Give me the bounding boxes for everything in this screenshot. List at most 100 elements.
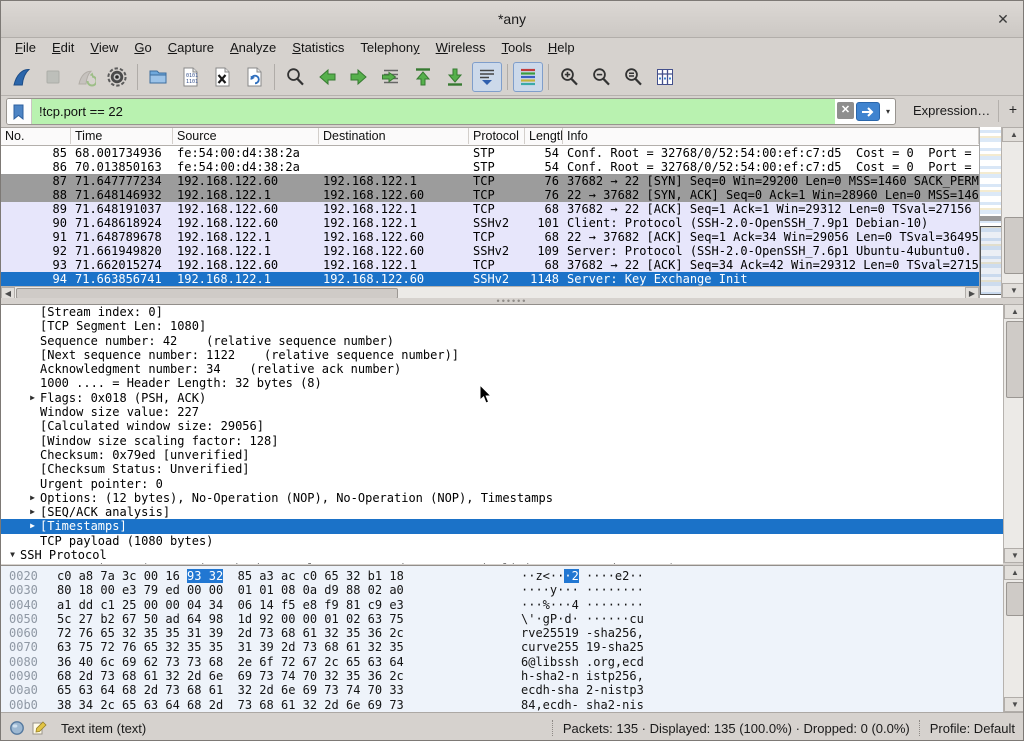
detail-line[interactable]: Sequence number: 42 (relative sequence n…: [1, 334, 1003, 348]
details-vscrollbar[interactable]: ▲ ▼: [1003, 304, 1024, 563]
column-header-protocol[interactable]: Protocol: [469, 128, 525, 144]
menu-telephony[interactable]: Telephony: [352, 38, 427, 58]
hex-ascii[interactable]: curve255 19-sha25: [521, 640, 644, 654]
hex-ascii[interactable]: ecdh-sha 2-nistp3: [521, 683, 644, 697]
close-file-button[interactable]: [207, 62, 237, 92]
menu-edit[interactable]: Edit: [44, 38, 82, 58]
hex-ascii[interactable]: ··z<···2 ····e2··: [521, 569, 644, 583]
hex-ascii[interactable]: ····y··· ········: [521, 583, 644, 597]
detail-line[interactable]: ▶SSH Version 2 (encryption:chacha20-poly…: [1, 562, 1003, 564]
detail-line[interactable]: ▶[Timestamps]: [1, 519, 1003, 533]
scrollbar-thumb[interactable]: [1006, 321, 1024, 398]
column-header-source[interactable]: Source: [173, 128, 319, 144]
detail-line[interactable]: Urgent pointer: 0: [1, 477, 1003, 491]
expander-closed-icon[interactable]: ▶: [25, 519, 40, 533]
detail-line[interactable]: [Calculated window size: 29056]: [1, 419, 1003, 433]
menu-tools[interactable]: Tools: [494, 38, 540, 58]
menu-wireless[interactable]: Wireless: [428, 38, 494, 58]
hex-row-00a0[interactable]: 00a065 63 64 68 2d 73 68 61 32 2d 6e 69 …: [1, 683, 1003, 697]
menu-view[interactable]: View: [82, 38, 126, 58]
expert-info-button[interactable]: [9, 720, 25, 736]
menu-statistics[interactable]: Statistics: [284, 38, 352, 58]
zoom-original-button[interactable]: [618, 62, 648, 92]
hex-row-00b0[interactable]: 00b038 34 2c 65 63 64 68 2d 73 68 61 32 …: [1, 698, 1003, 712]
detail-line[interactable]: [Stream index: 0]: [1, 305, 1003, 319]
detail-line[interactable]: [Checksum Status: Unverified]: [1, 462, 1003, 476]
hex-ascii[interactable]: \'·gP·d· ······cu: [521, 612, 644, 626]
scrollbar-thumb[interactable]: [1006, 582, 1024, 616]
column-header-info[interactable]: Info: [563, 128, 979, 144]
hex-bytes[interactable]: a1 dd c1 25 00 00 04 34 06 14 f5 e8 f9 8…: [57, 598, 404, 612]
packet-row-90[interactable]: 9071.648618924192.168.122.60192.168.122.…: [1, 216, 979, 230]
hex-ascii[interactable]: h-sha2-n istp256,: [521, 669, 644, 683]
detail-line[interactable]: [Window size scaling factor: 128]: [1, 434, 1003, 448]
zoom-out-button[interactable]: [586, 62, 616, 92]
expander-closed-icon[interactable]: ▶: [25, 391, 40, 405]
menu-capture[interactable]: Capture: [160, 38, 222, 58]
detail-line[interactable]: Window size value: 227: [1, 405, 1003, 419]
go-back-button[interactable]: [312, 62, 342, 92]
hex-ascii[interactable]: 6@libssh .org,ecd: [521, 655, 644, 669]
scroll-up-arrow[interactable]: ▲: [1004, 304, 1024, 319]
menu-file[interactable]: File: [7, 38, 44, 58]
zoom-in-button[interactable]: [554, 62, 584, 92]
hex-ascii[interactable]: 84,ecdh- sha2-nis: [521, 698, 644, 712]
hex-row-0050[interactable]: 00505c 27 b2 67 50 ad 64 98 1d 92 00 00 …: [1, 612, 1003, 626]
restart-capture-button[interactable]: [70, 62, 100, 92]
scroll-up-arrow[interactable]: ▲: [1002, 127, 1024, 142]
hex-bytes[interactable]: 36 40 6c 69 62 73 73 68 2e 6f 72 67 2c 6…: [57, 655, 404, 669]
packet-row-87[interactable]: 8771.647777234192.168.122.60192.168.122.…: [1, 174, 979, 188]
close-window-icon[interactable]: ✕: [993, 9, 1013, 29]
menu-go[interactable]: Go: [126, 38, 159, 58]
detail-line[interactable]: TCP payload (1080 bytes): [1, 534, 1003, 548]
go-last-button[interactable]: [440, 62, 470, 92]
go-forward-button[interactable]: [344, 62, 374, 92]
hex-bytes[interactable]: 5c 27 b2 67 50 ad 64 98 1d 92 00 00 01 0…: [57, 612, 404, 626]
hex-ascii[interactable]: rve25519 -sha256,: [521, 626, 644, 640]
go-first-button[interactable]: [408, 62, 438, 92]
hex-row-0040[interactable]: 0040a1 dd c1 25 00 00 04 34 06 14 f5 e8 …: [1, 598, 1003, 612]
capture-options-button[interactable]: [102, 62, 132, 92]
hex-row-0030[interactable]: 003080 18 00 e3 79 ed 00 00 01 01 08 0a …: [1, 583, 1003, 597]
colorize-button[interactable]: [513, 62, 543, 92]
hex-row-0090[interactable]: 009068 2d 73 68 61 32 2d 6e 69 73 74 70 …: [1, 669, 1003, 683]
scroll-up-arrow[interactable]: ▲: [1004, 565, 1024, 580]
hex-bytes[interactable]: c0 a8 7a 3c 00 16 93 32 85 a3 ac c0 65 3…: [57, 569, 404, 583]
detail-line[interactable]: ▶Options: (12 bytes), No-Operation (NOP)…: [1, 491, 1003, 505]
column-header-destination[interactable]: Destination: [319, 128, 469, 144]
hex-vscrollbar[interactable]: ▲ ▼: [1003, 565, 1024, 712]
scroll-down-arrow[interactable]: ▼: [1002, 283, 1024, 298]
start-capture-button[interactable]: [6, 62, 36, 92]
packet-row-89[interactable]: 8971.648191037192.168.122.60192.168.122.…: [1, 202, 979, 216]
scrollbar-thumb[interactable]: [1004, 217, 1024, 274]
minimap-viewport[interactable]: [980, 226, 1002, 294]
scroll-down-arrow[interactable]: ▼: [1004, 697, 1024, 712]
hex-dump-pane[interactable]: 0020c0 a8 7a 3c 00 16 93 32 85 a3 ac c0 …: [1, 565, 1003, 716]
packet-row-85[interactable]: 8568.001734936fe:54:00:d4:38:2aSTP54Conf…: [1, 146, 979, 160]
hex-bytes[interactable]: 72 76 65 32 35 35 31 39 2d 73 68 61 32 3…: [57, 626, 404, 640]
filter-clear-button[interactable]: ✕: [837, 102, 854, 119]
hex-row-0020[interactable]: 0020c0 a8 7a 3c 00 16 93 32 85 a3 ac c0 …: [1, 569, 1003, 583]
capture-comment-button[interactable]: [31, 720, 47, 736]
reload-file-button[interactable]: [239, 62, 269, 92]
hex-row-0080[interactable]: 008036 40 6c 69 62 73 73 68 2e 6f 72 67 …: [1, 655, 1003, 669]
hex-bytes[interactable]: 38 34 2c 65 63 64 68 2d 73 68 61 32 2d 6…: [57, 698, 404, 712]
packet-list-vscrollbar[interactable]: ▲ ▼: [1001, 127, 1024, 298]
column-header-time[interactable]: Time: [71, 128, 173, 144]
packet-row-94[interactable]: 9471.663856741192.168.122.1192.168.122.6…: [1, 272, 979, 286]
packet-row-91[interactable]: 9171.648789678192.168.122.1192.168.122.6…: [1, 230, 979, 244]
menu-analyze[interactable]: Analyze: [222, 38, 284, 58]
find-packet-button[interactable]: [280, 62, 310, 92]
hex-bytes[interactable]: 63 75 72 76 65 32 35 35 31 39 2d 73 68 6…: [57, 640, 404, 654]
detail-line[interactable]: 1000 .... = Header Length: 32 bytes (8): [1, 376, 1003, 390]
filter-history-dropdown[interactable]: ▾: [881, 99, 895, 124]
profile-button[interactable]: Profile: Default: [930, 721, 1015, 736]
packet-row-86[interactable]: 8670.013850163fe:54:00:d4:38:2aSTP54Conf…: [1, 160, 979, 174]
expander-closed-icon[interactable]: ▶: [25, 505, 40, 519]
go-to-packet-button[interactable]: [376, 62, 406, 92]
detail-line[interactable]: [TCP Segment Len: 1080]: [1, 319, 1003, 333]
filter-bookmark-button[interactable]: [7, 99, 32, 124]
hex-ascii[interactable]: ···%···4 ········: [521, 598, 644, 612]
detail-line[interactable]: ▶Flags: 0x018 (PSH, ACK): [1, 391, 1003, 405]
expander-closed-icon[interactable]: ▶: [25, 491, 40, 505]
